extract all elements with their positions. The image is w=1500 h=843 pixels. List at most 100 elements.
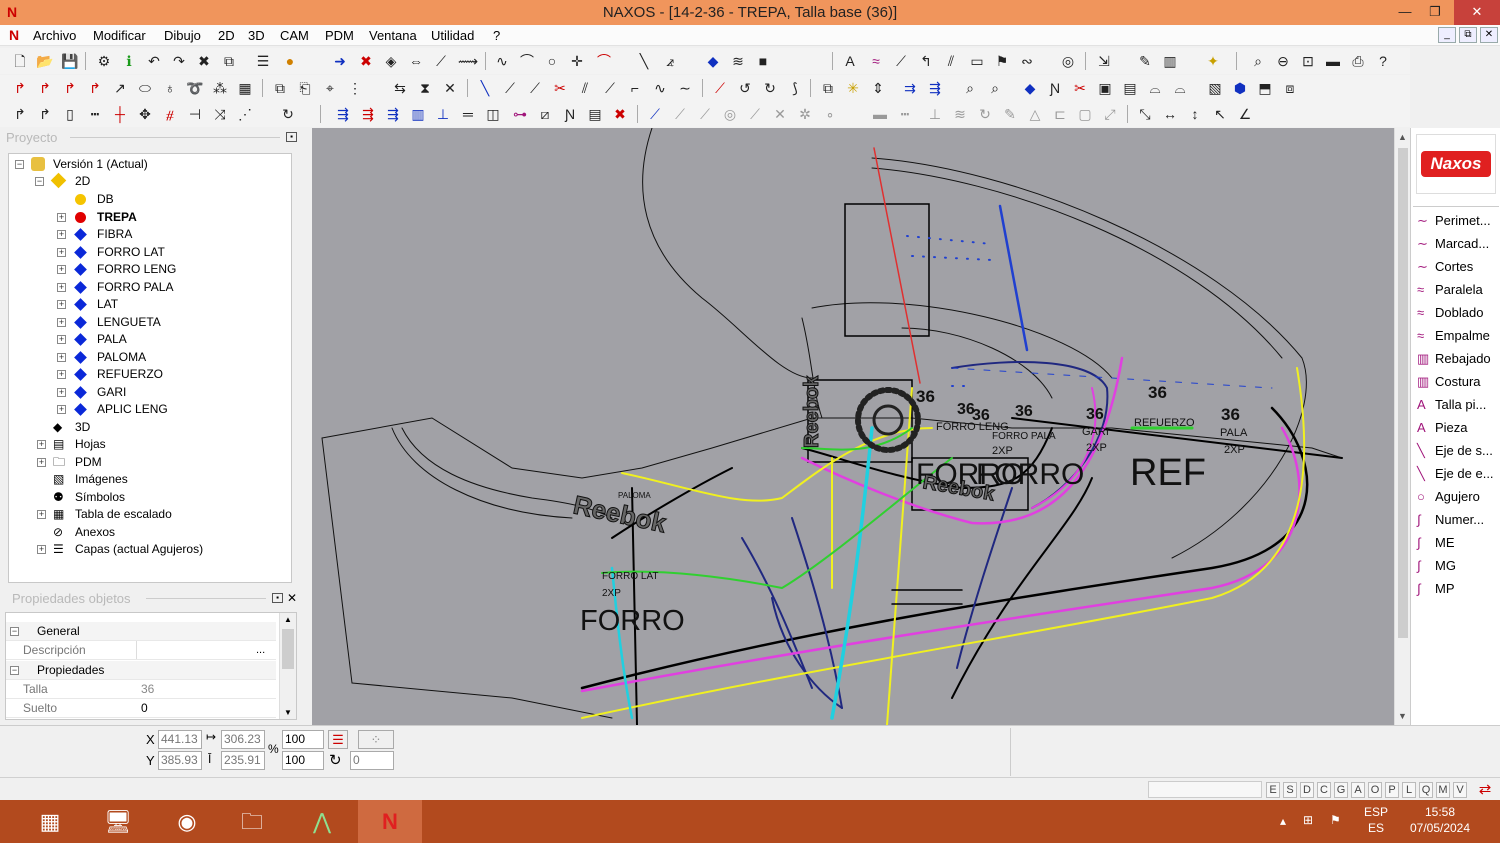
collapse-icon[interactable]: − <box>10 666 19 675</box>
scroll-thumb[interactable] <box>1398 148 1408 638</box>
flag-icon[interactable]: ⚑ <box>992 51 1012 71</box>
naxos-taskbar-icon[interactable]: N <box>358 800 422 843</box>
shoe2-icon[interactable]: ⌓ <box>1170 78 1190 98</box>
hook-icon[interactable]: ↰ <box>916 51 936 71</box>
export-icon[interactable]: ⇲ <box>1094 51 1114 71</box>
zoom-out-icon[interactable]: ⊖ <box>1273 51 1293 71</box>
tool-paralela[interactable]: ≈ Paralela <box>1417 279 1483 300</box>
duplicate-icon[interactable]: ⧉ <box>270 78 290 98</box>
width-field[interactable]: 306.23 <box>221 730 265 749</box>
morph-icon[interactable]: ⤨ <box>210 104 230 124</box>
tool-pieza[interactable]: A Pieza <box>1417 417 1468 438</box>
offset-icon[interactable]: ⟋ <box>600 78 620 98</box>
restore-button[interactable]: ❐ <box>1420 0 1450 25</box>
grey-star-icon[interactable]: ✲ <box>795 104 815 124</box>
draw-icon[interactable]: ⟋ <box>891 51 911 71</box>
canvas-vertical-scrollbar[interactable]: ▲ ▼ <box>1394 128 1410 725</box>
grey-line-icon[interactable]: ⟋ <box>670 104 690 124</box>
image-icon[interactable]: ▧ <box>1205 78 1225 98</box>
dim-angle-icon[interactable]: ∠ <box>1235 104 1255 124</box>
cut-icon[interactable]: ✂ <box>1070 78 1090 98</box>
tray-expand-icon[interactable]: ▴ <box>1280 813 1286 829</box>
expand-icon[interactable]: + <box>37 510 46 519</box>
flag-tray-icon[interactable]: ⚑ <box>1330 812 1341 828</box>
new-file-icon[interactable]: 🗋 <box>10 51 30 71</box>
panel-close-icon[interactable]: ✕ <box>287 591 297 605</box>
status-toggle-a[interactable]: A <box>1351 782 1365 798</box>
x-field[interactable]: 441.13 <box>158 730 202 749</box>
status-toggle-o[interactable]: O <box>1368 782 1382 798</box>
move-icon[interactable]: ➜ <box>330 51 350 71</box>
split-icon[interactable]: ⊣ <box>185 104 205 124</box>
layers-icon[interactable]: ☰ <box>253 51 273 71</box>
panel-pin-icon[interactable]: ▪ <box>272 593 283 603</box>
slash2-icon[interactable]: ⟋ <box>525 78 545 98</box>
mdi-minimize-button[interactable]: _ <box>1438 27 1456 43</box>
status-toggle-v[interactable]: V <box>1453 782 1467 798</box>
tool-costura[interactable]: ▥ Costura <box>1417 371 1481 392</box>
grey-line3-icon[interactable]: ⟋ <box>745 104 765 124</box>
scroll-down-icon[interactable]: ▼ <box>284 708 292 717</box>
mirror-icon[interactable]: ⇔ <box>406 51 426 71</box>
property-row-suelto[interactable]: Suelto 0 <box>6 699 276 718</box>
corner-sharp-icon[interactable]: ↱ <box>85 78 105 98</box>
calculator-taskbar-icon[interactable]: ▦ <box>18 800 82 843</box>
expand-icon[interactable]: + <box>57 247 66 257</box>
knife-icon[interactable]: ✂ <box>550 78 570 98</box>
point-icon[interactable]: ✛ <box>567 51 587 71</box>
expand-icon[interactable]: + <box>57 282 66 292</box>
grey-dash-icon[interactable]: ┅ <box>895 104 915 124</box>
grey-sq-icon[interactable]: ▢ <box>1075 104 1095 124</box>
target-icon[interactable]: ◎ <box>1058 51 1078 71</box>
tool-marcad[interactable]: ∼ Marcad... <box>1417 233 1489 254</box>
corner-round-icon[interactable]: ↱ <box>35 78 55 98</box>
grey-brush-icon[interactable]: ✎ <box>1000 104 1020 124</box>
expand-icon[interactable]: + <box>37 545 46 554</box>
paste-icon[interactable]: ⎗ <box>295 78 315 98</box>
grid-snap-icon[interactable]: ⁘ <box>358 730 394 749</box>
network-icon[interactable]: ⊞ <box>1303 812 1313 828</box>
spline-icon[interactable]: ∿ <box>492 51 512 71</box>
scale-icon[interactable]: ◈ <box>381 51 401 71</box>
dim-horizontal-icon[interactable]: ↔ <box>1160 104 1180 124</box>
expand-icon[interactable]: + <box>57 265 66 274</box>
cross-icon[interactable]: ✕ <box>440 78 460 98</box>
color-icon[interactable]: ● <box>280 51 300 71</box>
expand-icon[interactable]: + <box>57 405 66 414</box>
symbol-icon[interactable]: ∾ <box>1017 51 1037 71</box>
delete-icon[interactable]: ✖ <box>194 51 214 71</box>
pattern-icon[interactable]: ⁂ <box>210 78 230 98</box>
expand-icon[interactable]: + <box>57 387 66 397</box>
menu-cam[interactable]: CAM <box>280 28 309 43</box>
corner-c-icon[interactable]: ▯ <box>60 104 80 124</box>
polyline-icon[interactable]: ⦨ <box>660 51 680 71</box>
arc-icon[interactable]: ⌒ <box>594 51 614 71</box>
slope-icon[interactable]: ⧄ <box>535 104 555 124</box>
mdi-restore-button[interactable]: ⧉ <box>1459 27 1477 43</box>
stack-icon[interactable]: ⧈ <box>1280 78 1300 98</box>
dim-vertical-icon[interactable]: ↕ <box>1185 104 1205 124</box>
status-toggle-q[interactable]: Q <box>1419 782 1433 798</box>
mark-icon[interactable]: ┼ <box>110 104 130 124</box>
expand-icon[interactable]: + <box>37 440 46 449</box>
tool-rebajado[interactable]: ▥ Rebajado <box>1417 348 1491 369</box>
tool-numer[interactable]: ∫ Numer... <box>1417 509 1484 530</box>
grey-line2-icon[interactable]: ⟋ <box>695 104 715 124</box>
minimize-button[interactable]: — <box>1390 0 1420 25</box>
wave-icon[interactable]: ≋ <box>728 51 748 71</box>
snap-toggle-icon[interactable]: ⇄ <box>1474 780 1496 798</box>
wave2-icon[interactable]: ∼ <box>675 78 695 98</box>
move-cross-icon[interactable]: ✥ <box>135 104 155 124</box>
stitch-icon[interactable]: ▥ <box>1160 51 1180 71</box>
flip-icon[interactable]: ⇆ <box>390 78 410 98</box>
box-icon[interactable]: ▤ <box>1120 78 1140 98</box>
arrows-icon[interactable]: ⇉ <box>900 78 920 98</box>
corner-cut-icon[interactable]: ↱ <box>60 78 80 98</box>
smooth-icon[interactable]: ∿ <box>650 78 670 98</box>
hatch-icon[interactable]: ⫽ <box>575 78 595 98</box>
height-field[interactable]: 235.91 <box>221 751 265 770</box>
redo-icon[interactable]: ↷ <box>169 51 189 71</box>
layer-icon[interactable]: ⬒ <box>1255 78 1275 98</box>
segment-icon[interactable]: ╲ <box>475 78 495 98</box>
app-taskbar-icon[interactable]: ⋀ <box>290 800 354 843</box>
